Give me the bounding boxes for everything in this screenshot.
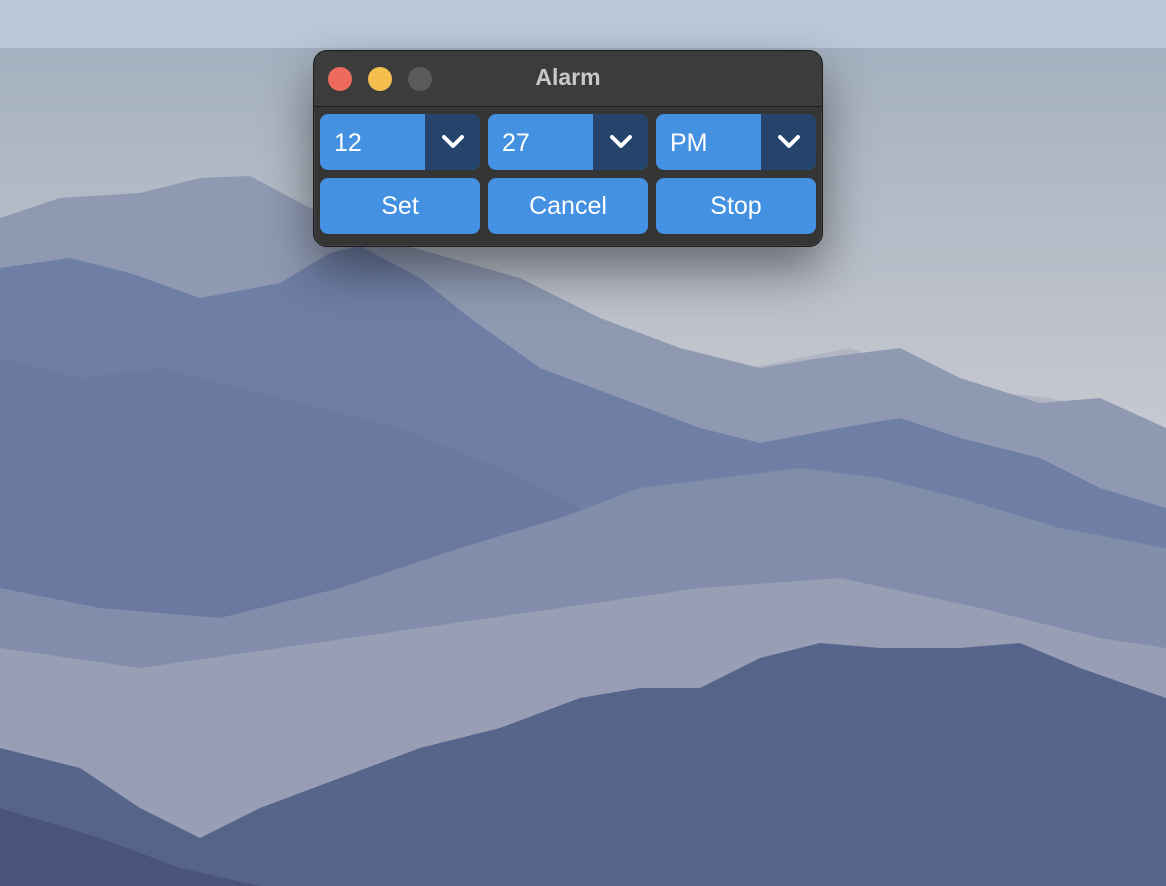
period-value: PM <box>670 129 708 157</box>
cancel-button[interactable]: Cancel <box>488 178 648 234</box>
hour-select[interactable]: 12 <box>320 114 480 170</box>
menu-bar <box>0 0 1166 48</box>
chevron-down-icon[interactable] <box>425 114 480 170</box>
stop-button[interactable]: Stop <box>656 178 816 234</box>
chevron-down-icon[interactable] <box>593 114 648 170</box>
title-bar[interactable]: Alarm <box>314 51 822 107</box>
set-button[interactable]: Set <box>320 178 480 234</box>
minute-value: 27 <box>502 129 530 157</box>
desktop: Alarm 12 27 PM Set Cancel Stop <box>0 0 1166 886</box>
window-title: Alarm <box>535 64 601 90</box>
period-select[interactable]: PM <box>656 114 816 170</box>
alarm-window: Alarm 12 27 PM Set Cancel Stop <box>313 50 823 247</box>
minute-select[interactable]: 27 <box>488 114 648 170</box>
chevron-down-icon[interactable] <box>761 114 816 170</box>
hour-value: 12 <box>334 129 362 157</box>
